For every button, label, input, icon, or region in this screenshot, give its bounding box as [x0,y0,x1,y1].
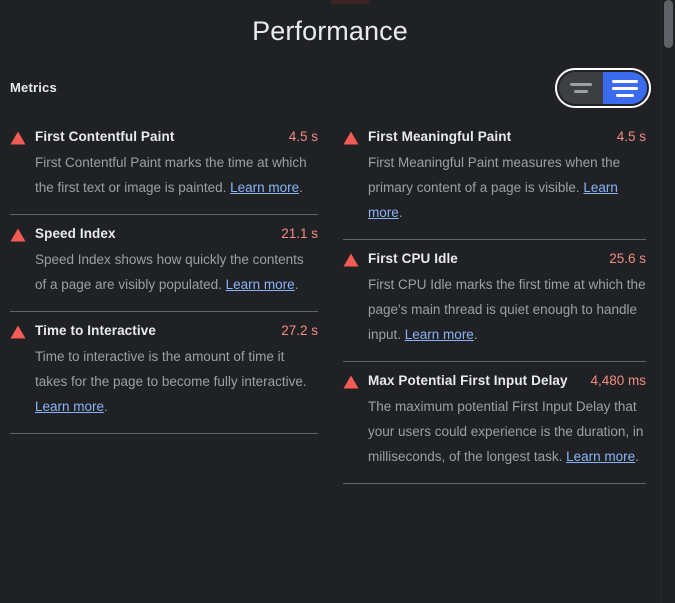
metric-description-suffix: . [473,327,478,342]
metric-value: 4.5 s [288,129,318,144]
metric-name: First Contentful Paint [35,129,175,144]
metric-item: First Contentful Paint 4.5 s First Content… [10,118,318,215]
metric-value: 27.2 s [281,323,318,338]
warning-triangle-icon [343,375,359,389]
metric-description-suffix: . [635,449,639,464]
metric-header: First Meaningful Paint 4.5 s [343,128,646,146]
metric-name: Speed Index [35,226,116,241]
metric-description: First Contentful Paint marks the time at… [35,150,318,200]
metric-value: 21.1 s [281,226,318,241]
metrics-columns: First Contentful Paint 4.5 s First Content… [0,118,660,603]
warning-triangle-icon [10,325,26,339]
metric-description: The maximum potential First Input Delay … [368,394,646,469]
warning-triangle-icon [343,253,359,267]
metric-description-text: Time to interactive is the amount of tim… [35,349,307,389]
learn-more-link[interactable]: Learn more [226,277,295,292]
metric-value: 4,480 ms [590,373,646,388]
metric-name: Max Potential First Input Delay [368,373,568,388]
expanded-line-1-icon [612,79,638,83]
warning-triangle-icon [343,131,359,145]
metric-item: Max Potential First Input Delay 4,480 ms T… [343,362,646,484]
metric-description: First CPU Idle marks the first time at w… [368,272,646,347]
metric-item: Time to Interactive 27.2 s Time to interac… [10,312,318,434]
metric-description: First Meaningful Paint measures when the… [368,150,646,225]
metric-description-suffix: . [398,205,403,220]
metric-header: First Contentful Paint 4.5 s [10,128,318,146]
expanded-line-2-icon [612,86,638,90]
view-mode-toggle[interactable] [555,68,651,108]
vertical-scrollbar[interactable] [660,0,675,603]
learn-more-link[interactable]: Learn more [405,327,474,342]
expanded-line-3-icon [616,93,634,97]
warning-triangle-icon [10,131,26,145]
metric-value: 25.6 s [609,251,646,266]
metric-name: First Meaningful Paint [368,129,512,144]
learn-more-link[interactable]: Learn more [566,449,635,464]
metric-description-suffix: . [299,180,303,195]
toggle-option-expanded[interactable] [603,72,647,104]
metric-description: Speed Index shows how quickly the conten… [35,247,318,297]
metrics-column-right: First Meaningful Paint 4.5 s First Meaning… [330,118,660,603]
metric-description: Time to interactive is the amount of tim… [35,344,318,419]
learn-more-link[interactable]: Learn more [35,399,104,414]
metric-name: Time to Interactive [35,323,156,338]
compact-line-2-icon [574,90,588,93]
learn-more-link[interactable]: Learn more [230,180,299,195]
warning-triangle-icon [10,228,26,242]
metric-value: 4.5 s [616,129,646,144]
metric-name: First CPU Idle [368,251,458,266]
top-cutoff-sliver [331,0,369,4]
performance-panel: Performance Metrics First Contentful Pai… [0,0,675,603]
compact-line-1-icon [570,83,592,86]
metric-description-suffix: . [294,277,299,292]
page-title: Performance [252,16,408,46]
metric-item: First CPU Idle 25.6 s First CPU Idle marks… [343,240,646,362]
metric-item: First Meaningful Paint 4.5 s First Meaning… [343,118,646,240]
section-title-metrics: Metrics [10,80,57,95]
metric-header: Time to Interactive 27.2 s [10,322,318,340]
metrics-section-header: Metrics [0,68,660,110]
metric-header: Max Potential First Input Delay 4,480 ms [343,372,646,390]
metric-header: Speed Index 21.1 s [10,225,318,243]
metric-item: Speed Index 21.1 s Speed Index shows how q… [10,215,318,312]
metric-description-suffix: . [104,399,108,414]
scrollbar-thumb[interactable] [664,0,673,48]
toggle-option-compact[interactable] [559,72,603,104]
metric-header: First CPU Idle 25.6 s [343,250,646,268]
metrics-column-left: First Contentful Paint 4.5 s First Content… [0,118,330,603]
